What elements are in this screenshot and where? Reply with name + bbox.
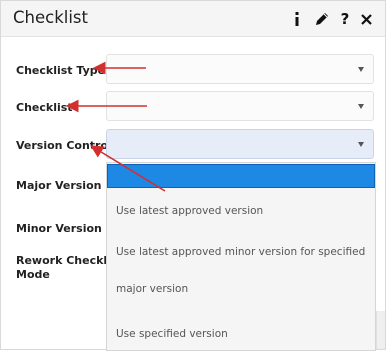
close-icon[interactable] xyxy=(359,9,373,29)
dialog-title: Checklist xyxy=(13,8,88,27)
dropdown-option-latest-approved[interactable]: Use latest approved version xyxy=(107,203,375,223)
checklist-dialog: Checklist ? Checklist Type Checklist Ver… xyxy=(0,0,386,351)
dropdown-option-empty[interactable] xyxy=(107,164,375,188)
pencil-icon[interactable] xyxy=(312,9,332,29)
rework-label-line2: Mode xyxy=(16,268,50,281)
checklist-select[interactable] xyxy=(106,91,374,121)
checklist-label: Checklist xyxy=(16,101,73,114)
checklist-type-select[interactable] xyxy=(106,54,374,84)
version-control-select[interactable] xyxy=(106,129,374,159)
checklist-type-label: Checklist Type xyxy=(16,64,106,77)
version-control-label: Version Control xyxy=(16,139,112,152)
info-icon[interactable] xyxy=(291,9,303,29)
help-icon[interactable]: ? xyxy=(339,9,351,29)
chevron-down-icon xyxy=(358,104,364,109)
chevron-down-icon xyxy=(358,67,364,72)
background-panel-edge xyxy=(376,311,385,349)
chevron-down-icon xyxy=(358,142,364,147)
version-control-dropdown: Use latest approved version Use latest a… xyxy=(106,162,376,351)
dialog-header: Checklist ? xyxy=(1,1,385,37)
dropdown-option-specified[interactable]: Use specified version xyxy=(107,325,375,345)
dropdown-option-latest-minor[interactable]: Use latest approved minor version for sp… xyxy=(107,243,375,303)
